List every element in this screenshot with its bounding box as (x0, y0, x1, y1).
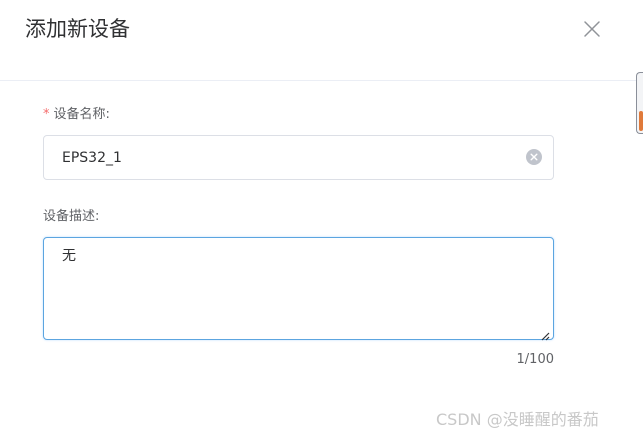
circle-close-icon (530, 153, 538, 161)
device-name-label: * 设备名称: (43, 106, 110, 124)
close-button[interactable] (582, 19, 602, 39)
dialog-header: 添加新设备 (0, 0, 643, 81)
device-name-field (43, 135, 554, 180)
device-description-field: 无 (43, 237, 554, 341)
add-device-dialog: 添加新设备 *设备名称: 设备描述: 无 1/100 (0, 0, 643, 439)
dialog-title: 添加新设备 (25, 17, 130, 41)
device-name-label-text: 设备名称: (53, 107, 110, 122)
resize-handle-icon (541, 332, 550, 341)
device-name-input[interactable] (62, 136, 512, 179)
required-mark: * (43, 107, 50, 122)
character-counter: 1/100 (516, 352, 554, 367)
close-icon (584, 21, 600, 37)
side-panel-accent (639, 111, 643, 131)
clear-input-button[interactable] (526, 149, 542, 165)
device-description-textarea[interactable]: 无 (44, 238, 553, 339)
watermark: CSDN @没睡醒的番茄 (436, 410, 599, 429)
resize-handle[interactable] (540, 326, 550, 341)
side-panel-edge[interactable] (636, 72, 643, 134)
device-description-label: 设备描述: (43, 209, 100, 224)
